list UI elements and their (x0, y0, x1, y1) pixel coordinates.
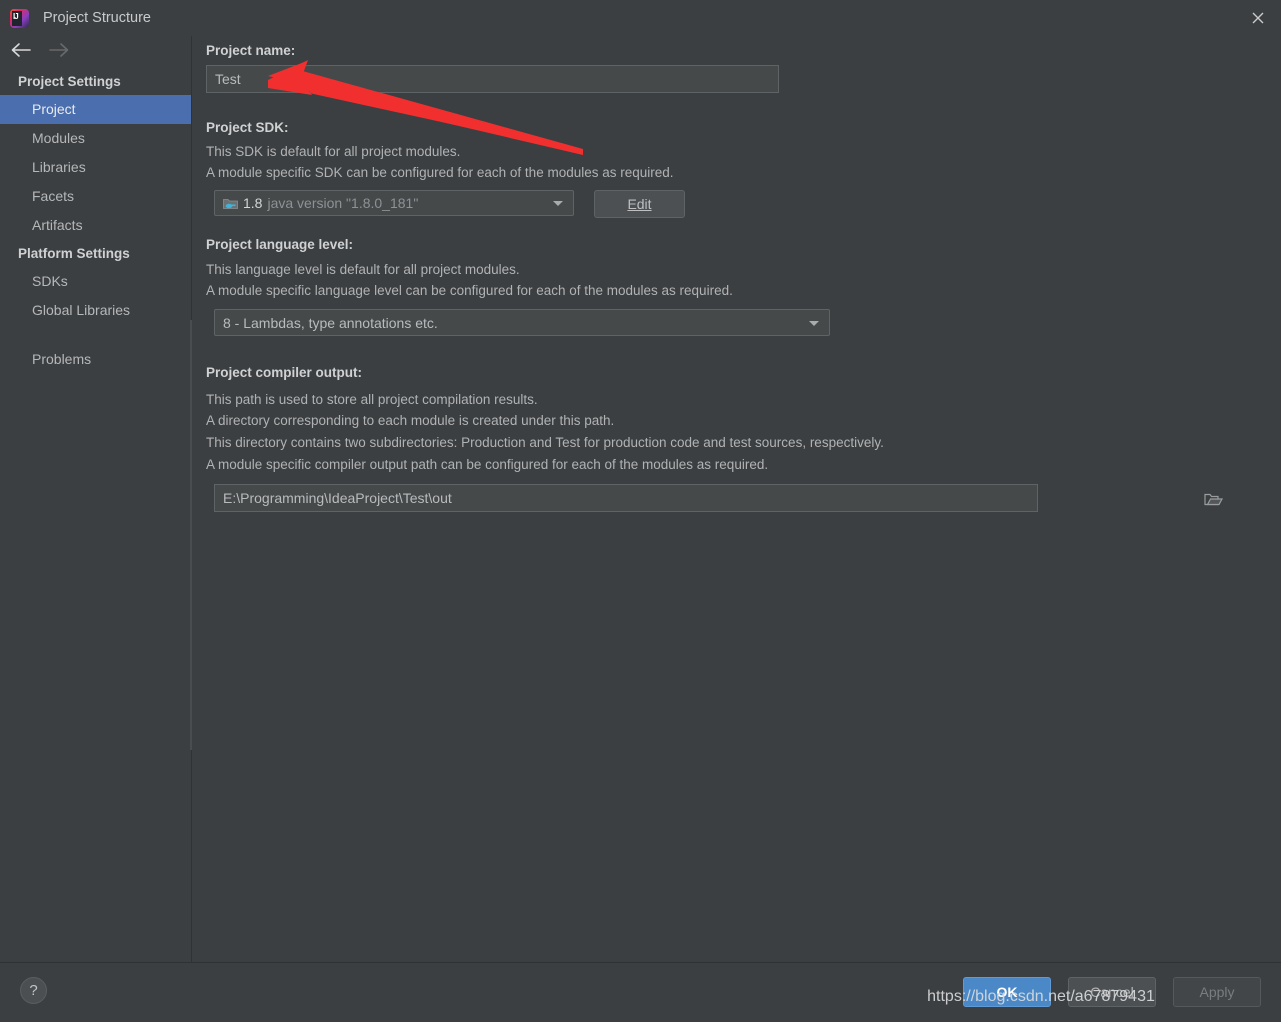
compiler-output-value: E:\Programming\IdeaProject\Test\out (223, 490, 452, 506)
arrow-left-icon[interactable] (10, 42, 32, 63)
title-bar: IJ Project Structure (0, 0, 1281, 36)
sidebar-item-global-libraries[interactable]: Global Libraries (0, 296, 191, 325)
project-name-input[interactable]: Test (206, 65, 779, 93)
compiler-output-desc-1: This path is used to store all project c… (206, 392, 538, 407)
logo-letters: IJ (13, 11, 19, 21)
project-sdk-dropdown[interactable]: 1.8 java version "1.8.0_181" (214, 190, 574, 216)
compiler-output-label: Project compiler output: (206, 365, 363, 380)
sidebar: Project Settings Project Modules Librari… (0, 36, 191, 962)
sidebar-item-facets[interactable]: Facets (0, 182, 191, 211)
language-level-dropdown[interactable]: 8 - Lambdas, type annotations etc. (214, 309, 830, 336)
help-question-icon[interactable]: ? (20, 977, 47, 1004)
project-sdk-desc-2: A module specific SDK can be configured … (206, 165, 674, 180)
navigation-arrows (0, 36, 191, 68)
language-level-label: Project language level: (206, 237, 354, 252)
project-sdk-label: Project SDK: (206, 120, 289, 135)
help-button-label: ? (29, 982, 38, 999)
project-sdk-version: 1.8 (243, 195, 263, 211)
sidebar-item-artifacts[interactable]: Artifacts (0, 211, 191, 240)
sidebar-item-libraries[interactable]: Libraries (0, 153, 191, 182)
intellij-idea-logo-icon: IJ (10, 8, 29, 28)
folder-browse-icon[interactable] (1204, 491, 1224, 512)
apply-button-label: Apply (1199, 984, 1235, 1000)
sidebar-group-platform-settings: Platform Settings (18, 246, 130, 261)
edit-sdk-button[interactable]: Edit (594, 190, 685, 218)
arrow-right-icon[interactable] (48, 42, 70, 63)
main-content: Project name: Test Project SDK: This SDK… (192, 36, 1281, 962)
compiler-output-input[interactable]: E:\Programming\IdeaProject\Test\out (214, 484, 1038, 512)
project-name-label: Project name: (206, 43, 296, 58)
language-level-value: 8 - Lambdas, type annotations etc. (223, 314, 438, 331)
sidebar-item-sdks[interactable]: SDKs (0, 267, 191, 296)
language-level-desc-1: This language level is default for all p… (206, 262, 520, 277)
close-icon[interactable] (1235, 0, 1281, 36)
sidebar-item-problems[interactable]: Problems (0, 345, 191, 374)
sidebar-item-project[interactable]: Project (0, 95, 191, 124)
sidebar-group-project-settings: Project Settings (18, 74, 121, 89)
compiler-output-desc-4: A module specific compiler output path c… (206, 457, 769, 472)
edit-sdk-button-label: Edit (627, 196, 652, 212)
apply-button[interactable]: Apply (1173, 977, 1261, 1007)
chevron-down-icon[interactable] (547, 199, 569, 207)
watermark-text: https://blog.csdn.net/a67879431 (927, 988, 1155, 1005)
window-title: Project Structure (43, 10, 151, 26)
compiler-output-desc-2: A directory corresponding to each module… (206, 413, 615, 428)
sidebar-item-modules[interactable]: Modules (0, 124, 191, 153)
chevron-down-icon[interactable] (803, 319, 825, 327)
project-name-value: Test (215, 71, 241, 87)
folder-sdk-icon (223, 197, 238, 210)
project-sdk-desc-1: This SDK is default for all project modu… (206, 144, 461, 159)
language-level-desc-2: A module specific language level can be … (206, 283, 733, 298)
project-sdk-detail: java version "1.8.0_181" (267, 195, 419, 211)
project-structure-dialog: IJ Project Structure Project Settings Pr… (0, 0, 1281, 1022)
compiler-output-desc-3: This directory contains two subdirectori… (206, 435, 884, 450)
